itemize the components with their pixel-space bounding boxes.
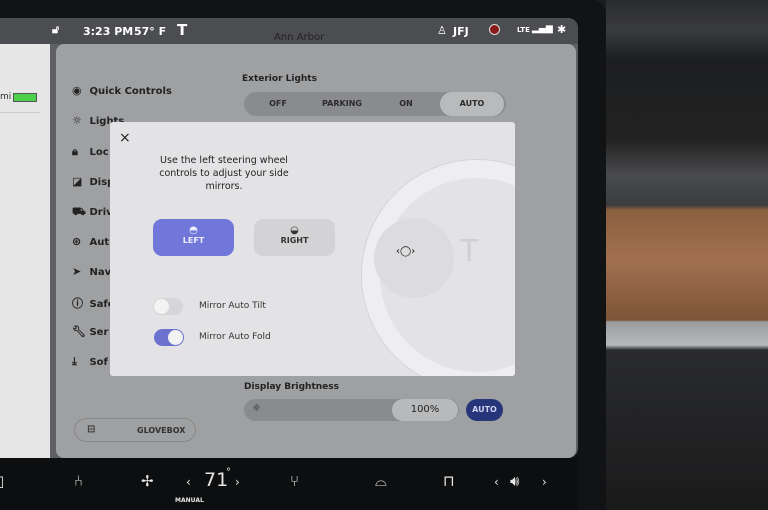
driver-seat-heater-icon[interactable]: ⑃ [74,472,83,490]
clock: 3:23 PM [83,25,134,38]
lights-auto-option[interactable]: AUTO [440,92,504,116]
brightness-title: Display Brightness [244,382,339,392]
network-label: LTE [517,26,530,34]
unlock-icon[interactable]: 🔓︎ [52,23,59,37]
glovebox-label: GLOVEBOX [137,426,186,435]
temp-up-icon[interactable]: › [235,475,240,489]
display-icon: ◪ [72,175,83,188]
right-label: RIGHT [280,236,309,245]
sidebar-item-safety[interactable]: ⓘ Safe [72,295,115,311]
car-icon: ⛟ [72,205,86,218]
rear-defrost-icon[interactable]: ⊓ [443,472,455,490]
map-label: Ann Arbor [274,32,325,43]
user-icon[interactable]: ♙ [437,24,447,37]
sidebar-label: Loc [89,147,109,158]
right-mirror-button[interactable]: ◒ RIGHT [254,219,335,256]
bottom-bar: ▯ ⑃ ✢ ‹ 71 ° › MANUAL ⑂ ⌓ ⊓ ‹ 🔊︎ › [0,458,578,510]
sidebar-item-locks[interactable]: 🔒︎ Loc [72,145,109,159]
sidebar-label: Nav [89,267,112,278]
mirror-auto-tilt-toggle[interactable] [153,298,183,315]
climate-mode: MANUAL [175,497,204,504]
wrench-icon: 🔧︎ [72,325,86,338]
car-icon[interactable]: ▯ [0,472,4,490]
right-mirror-icon: ◒ [290,225,299,236]
sun-icon: ☼ [72,114,82,127]
exterior-lights-title: Exterior Lights [242,74,317,84]
lights-on-option[interactable]: ON [374,92,438,116]
temp-unit: ° [226,467,231,478]
close-icon[interactable]: × [119,130,131,146]
glovebox-button[interactable]: ⊟ GLOVEBOX [74,418,196,442]
toggle-icon: ◉ [72,84,82,97]
status-bar: 🔓︎ 3:23 PM 57° F T Ann Arbor ♙ JFJ LTE ▂… [0,18,578,44]
divider [0,112,40,113]
cabin-temperature: 71 [204,469,229,491]
sidebar-label: Sof [89,357,108,368]
left-mirror-icon: ◓ [189,225,198,236]
mirror-adjust-dialog: × Use the left steering wheel controls t… [110,122,515,376]
sidebar-item-driving[interactable]: ⛟ Driv [72,205,113,220]
mirror-auto-fold-toggle[interactable] [154,329,184,346]
user-name[interactable]: JFJ [453,25,469,38]
glovebox-icon: ⊟ [87,424,96,435]
sidebar-item-navigation[interactable]: ➤ Nav [72,265,111,278]
brightness-value[interactable]: 100% [392,399,458,421]
temp-down-icon[interactable]: ‹ [186,475,191,489]
lights-parking-option[interactable]: PARKING [310,92,374,116]
steering-wheel-icon: ⊛ [72,235,82,248]
brightness-auto-button[interactable]: AUTO [466,399,503,421]
battery-icon [13,93,37,102]
volume-up-icon[interactable]: › [542,475,547,489]
signal-icon: ▂▄▆ [532,24,553,34]
volume-down-icon[interactable]: ‹ [494,475,499,489]
sidebar-label: Aut [89,237,110,248]
outside-temp: 57° F [134,25,167,38]
tesla-logo-icon: T [460,234,479,269]
sidebar-item-quick-controls[interactable]: ◉ Quick Controls [72,84,172,97]
mirror-instruction: Use the left steering wheel controls to … [159,155,289,192]
passenger-seat-heater-icon[interactable]: ⑂ [290,472,299,490]
lock-icon: 🔒︎ [72,145,78,158]
download-icon: ⤓ [72,355,77,368]
scroll-wheel-area [374,218,454,298]
sidebar-item-service[interactable]: 🔧︎ Ser [72,325,108,338]
navigation-icon: ➤ [72,265,82,278]
tesla-logo-icon[interactable]: T [177,21,187,39]
record-icon[interactable] [489,24,500,35]
car-interior-background [606,0,768,510]
sidebar-item-software[interactable]: ⤓ Sof [72,355,108,369]
front-defrost-icon[interactable]: ⌓ [375,472,387,490]
brightness-icon: ☼ [252,403,261,414]
sidebar-item-autopilot[interactable]: ⊛ Aut [72,235,109,248]
exterior-lights-selector: OFF PARKING ON AUTO [244,92,506,116]
left-mirror-button[interactable]: ◓ LEFT [153,219,234,256]
range-unit: mi [0,92,12,102]
sidebar-label: Quick Controls [89,86,172,97]
left-label: LEFT [182,236,205,245]
sidebar-label: Ser [89,327,109,338]
mirror-auto-tilt-label: Mirror Auto Tilt [199,301,266,311]
brightness-slider[interactable]: ☼ 100% [244,399,459,421]
alert-icon: ⓘ [72,297,83,310]
sidebar-item-display[interactable]: ◪ Disp [72,175,114,188]
car-status-pane: mi [0,44,50,458]
mirror-auto-fold-label: Mirror Auto Fold [199,332,271,342]
lights-off-option[interactable]: OFF [246,92,310,116]
fan-icon[interactable]: ✢ [141,472,154,490]
bluetooth-icon[interactable]: ✱ [557,23,566,36]
mirror-direction-pad-icon: ‹◯› [396,246,416,257]
volume-icon[interactable]: 🔊︎ [510,472,519,490]
